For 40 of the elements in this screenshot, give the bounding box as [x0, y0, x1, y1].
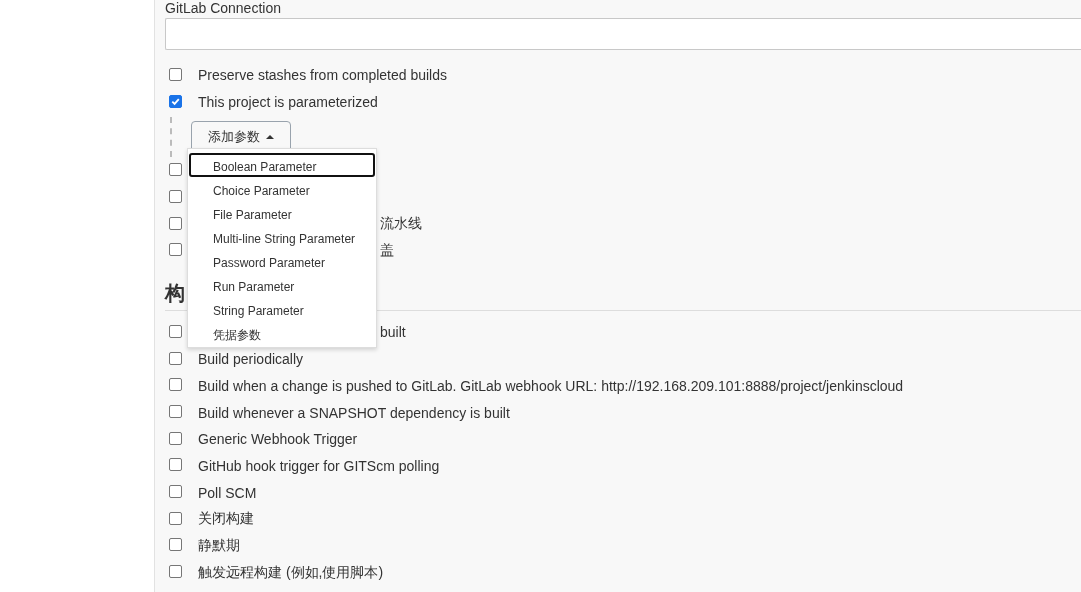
menu-item[interactable]: Multi-line String Parameter — [189, 225, 375, 250]
menu-item[interactable]: String Parameter — [189, 297, 375, 322]
option-label: 盖 — [380, 241, 394, 260]
checkbox[interactable] — [169, 243, 182, 257]
menu-item[interactable]: File Parameter — [189, 201, 375, 226]
option-label: This project is parameterized — [198, 94, 378, 111]
checkbox[interactable] — [169, 324, 182, 338]
option-label: 触发远程构建 (例如,使用脚本) — [198, 563, 384, 582]
option-label: GitHub hook trigger for GITScm polling — [198, 457, 440, 474]
gitlab-connection-field[interactable] — [165, 18, 1081, 50]
option-label: Generic Webhook Trigger — [198, 431, 358, 448]
checkbox[interactable] — [169, 431, 182, 445]
menu-item[interactable]: Run Parameter — [189, 273, 375, 298]
checkbox[interactable] — [169, 189, 182, 203]
checkbox[interactable] — [169, 511, 182, 525]
checkbox[interactable] — [169, 351, 182, 365]
menu-item[interactable]: Password Parameter — [189, 249, 375, 274]
checkbox[interactable] — [169, 458, 182, 472]
checkbox[interactable] — [169, 163, 182, 177]
menu-item[interactable]: 凭据参数 — [189, 321, 375, 346]
checkbox[interactable] — [169, 405, 182, 419]
checkbox[interactable] — [169, 94, 182, 108]
option-label: 关闭构建 — [198, 510, 254, 529]
menu-item[interactable]: Choice Parameter — [189, 177, 375, 202]
checkbox[interactable] — [169, 485, 182, 499]
checkbox[interactable] — [169, 565, 182, 579]
checkbox[interactable] — [169, 216, 182, 230]
checkbox[interactable] — [169, 378, 182, 392]
option-label: Build whenever a SNAPSHOT dependency is built — [198, 404, 510, 421]
option-label: 流水线 — [380, 215, 422, 234]
menu-item[interactable]: Boolean Parameter — [189, 153, 375, 178]
checkbox[interactable] — [169, 538, 182, 552]
field-label: GitLab Connection — [165, 0, 281, 16]
option-label: Build periodically — [198, 351, 304, 368]
option-label: Build when a change is pushed to GitLab. GitLab webhook URL: http://192.168.209.101:8888/project/jenkinscloud — [198, 377, 904, 394]
option-label: Preserve stashes from completed builds — [198, 67, 447, 84]
option-label: 静默期 — [198, 536, 240, 555]
checkbox[interactable] — [169, 67, 182, 81]
option-label: built — [380, 324, 406, 341]
option-label: Poll SCM — [198, 484, 257, 501]
